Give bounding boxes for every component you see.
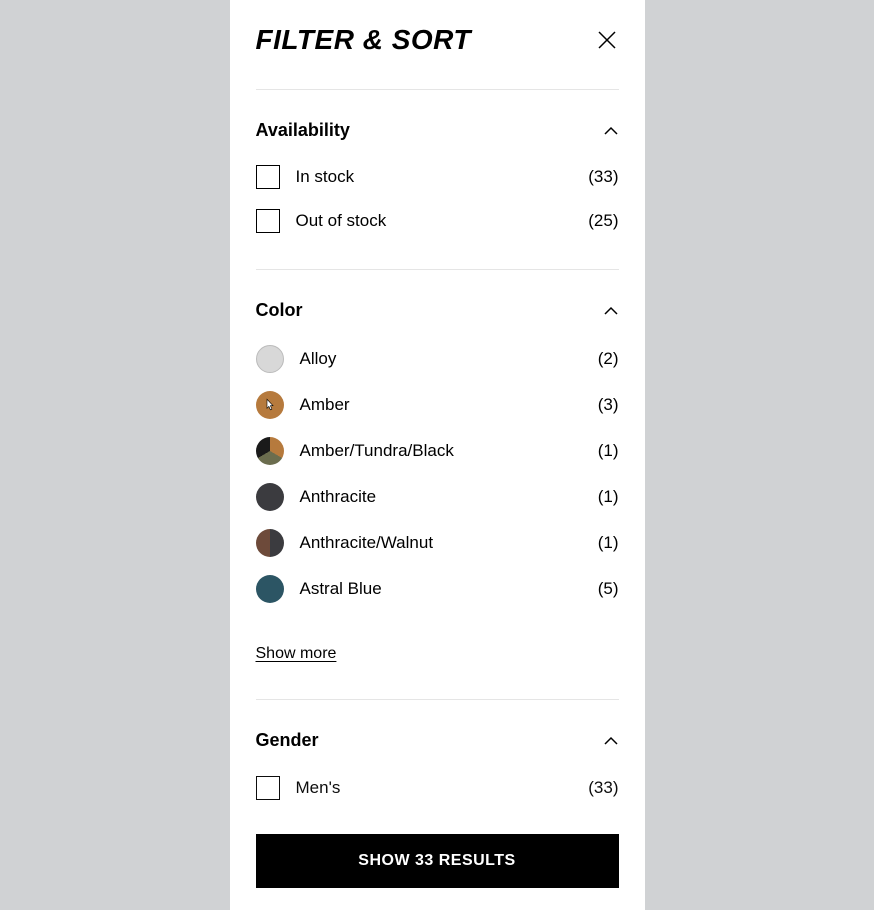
section-color: Color Alloy (2) Amber (3) [256,270,619,700]
color-swatch-anthracite-walnut [256,529,284,557]
filter-option-out-of-stock[interactable]: Out of stock (25) [256,209,619,233]
color-option-astral-blue[interactable]: Astral Blue (5) [256,575,619,603]
filter-option-in-stock[interactable]: In stock (33) [256,165,619,189]
section-header-availability[interactable]: Availability [256,120,619,141]
filter-label: Men's [296,778,589,798]
section-title-color: Color [256,300,303,321]
filter-count: (33) [588,778,618,798]
color-label: Anthracite/Walnut [300,533,598,553]
color-swatch-astral-blue [256,575,284,603]
close-icon [595,28,619,52]
section-title-availability: Availability [256,120,350,141]
color-swatch-alloy [256,345,284,373]
chevron-up-icon [603,303,619,319]
color-label: Astral Blue [300,579,598,599]
panel-footer: SHOW 33 RESULTS [230,812,645,910]
chevron-up-icon [603,123,619,139]
checkbox[interactable] [256,165,280,189]
color-count: (1) [598,487,619,507]
filter-count: (25) [588,211,618,231]
show-results-button[interactable]: SHOW 33 RESULTS [256,834,619,888]
filter-sort-panel: FILTER & SORT Availability In stock (33) [230,0,645,910]
filter-option-mens[interactable]: Men's (33) [256,775,619,801]
color-count: (1) [598,441,619,461]
show-more-link[interactable]: Show more [256,645,337,663]
color-option-amber-tundra-black[interactable]: Amber/Tundra/Black (1) [256,437,619,465]
panel-header: FILTER & SORT [230,0,645,81]
filter-label: In stock [296,167,589,187]
color-count: (2) [598,349,619,369]
checkbox[interactable] [256,209,280,233]
color-option-anthracite-walnut[interactable]: Anthracite/Walnut (1) [256,529,619,557]
section-title-gender: Gender [256,730,319,751]
close-button[interactable] [595,28,619,52]
color-label: Alloy [300,349,598,369]
color-count: (5) [598,579,619,599]
color-count: (1) [598,533,619,553]
color-label: Amber/Tundra/Black [300,441,598,461]
section-gender: Gender Men's (33) [256,700,619,812]
color-swatch-amber [256,391,284,419]
section-header-color[interactable]: Color [256,300,619,321]
panel-title: FILTER & SORT [256,24,471,56]
color-count: (3) [598,395,619,415]
checkbox[interactable] [256,776,280,800]
pointer-cursor-icon [261,398,279,416]
color-label: Anthracite [300,487,598,507]
color-swatch-anthracite [256,483,284,511]
color-option-alloy[interactable]: Alloy (2) [256,345,619,373]
scroll-area[interactable]: Availability In stock (33) Out of stock … [230,81,645,812]
color-label: Amber [300,395,598,415]
color-option-anthracite[interactable]: Anthracite (1) [256,483,619,511]
chevron-up-icon [603,733,619,749]
color-swatch-amber-tundra-black [256,437,284,465]
color-option-amber[interactable]: Amber (3) [256,391,619,419]
filter-count: (33) [588,167,618,187]
section-header-gender[interactable]: Gender [256,730,619,751]
filter-label: Out of stock [296,211,589,231]
section-availability: Availability In stock (33) Out of stock … [256,90,619,270]
